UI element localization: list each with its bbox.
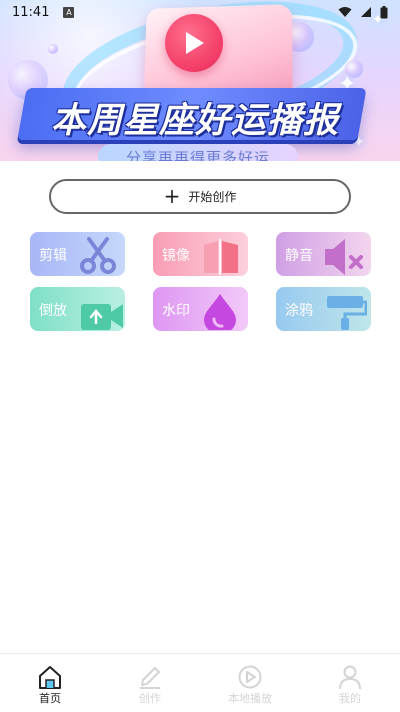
pencil-icon [140, 667, 160, 689]
tool-label: 静音 [285, 248, 313, 264]
start-create-button[interactable]: + 开始创作 [49, 179, 351, 214]
nav-label: 创作 [139, 692, 161, 705]
tool-label: 倒放 [39, 303, 67, 319]
tool-label: 水印 [162, 303, 190, 319]
paint-roller-icon [327, 296, 367, 330]
nav-item-profile[interactable]: 我的 [300, 654, 400, 712]
user-icon [339, 665, 361, 690]
banner-title: 本周星座好运播报 [50, 101, 339, 141]
tool-mute-button[interactable]: 静音 [276, 232, 371, 276]
scissors-icon [80, 237, 116, 274]
status-time: 11:41 [12, 4, 50, 20]
nav-item-home[interactable]: 首页 [0, 654, 100, 712]
tool-watermark-button[interactable]: 水印 [153, 287, 248, 331]
tool-reverse-button[interactable]: 倒放 [30, 287, 125, 331]
plus-icon: + [163, 183, 181, 208]
nav-item-local-play[interactable]: 本地播放 [200, 654, 300, 712]
start-create-label: 开始创作 [188, 190, 237, 204]
mute-speaker-icon [325, 239, 363, 275]
home-icon [39, 666, 61, 689]
tool-label: 镜像 [162, 248, 190, 264]
reverse-video-icon [81, 304, 123, 330]
nav-label: 本地播放 [228, 692, 272, 705]
promo-banner[interactable]: ✦ ✦ ✦ 本周星座好运播报 分享再再得更多好运 [0, 0, 400, 161]
play-circle-icon [238, 665, 262, 689]
tool-doodle-button[interactable]: 涂鸦 [276, 287, 371, 331]
wifi-icon [338, 7, 352, 17]
tool-mirror-button[interactable]: 镜像 [153, 232, 248, 276]
signal-icon [361, 7, 371, 17]
tool-cut-button[interactable]: 剪辑 [30, 232, 125, 276]
nav-label: 我的 [339, 692, 361, 705]
status-bar: 11:41 A [0, 0, 400, 24]
nav-item-create[interactable]: 创作 [100, 654, 200, 712]
mirror-icon [204, 239, 238, 275]
notification-icon: A [63, 6, 75, 18]
banner-subtitle: 分享再再得更多好运 [125, 149, 270, 161]
bubble-decoration [48, 44, 58, 54]
tool-label: 剪辑 [39, 248, 67, 264]
water-drop-icon [204, 294, 236, 330]
battery-icon [380, 5, 388, 18]
bottom-nav: 首页 创作 本地播放 我的 [0, 653, 400, 712]
tool-label: 涂鸦 [285, 303, 313, 319]
nav-label: 首页 [39, 692, 61, 705]
status-icons [338, 5, 388, 19]
